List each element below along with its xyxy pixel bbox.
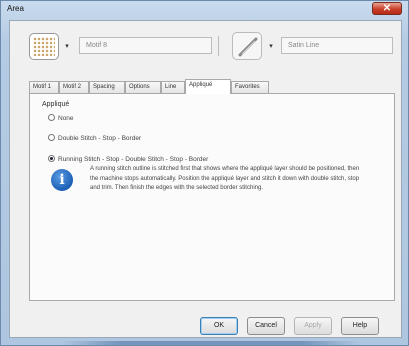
tab-applique[interactable]: Appliqué bbox=[185, 79, 231, 94]
needle-field[interactable]: Satin Line bbox=[281, 37, 393, 54]
tab-line[interactable]: Line bbox=[161, 81, 185, 93]
help-button[interactable]: Help bbox=[341, 317, 379, 335]
needle-icon[interactable] bbox=[232, 32, 262, 60]
radio-label: Running Stitch - Stop - Double Stitch - … bbox=[58, 156, 209, 163]
tab-favorites[interactable]: Favorites bbox=[231, 81, 269, 93]
radio-label: Double Stitch - Stop - Border bbox=[58, 135, 142, 142]
radio-running-stitch[interactable]: Running Stitch - Stop - Double Stitch - … bbox=[48, 155, 208, 165]
applique-panel: Appliqué None Double Stitch - Stop - Bor… bbox=[29, 93, 395, 301]
apply-button[interactable]: Apply bbox=[294, 317, 332, 335]
cancel-button[interactable]: Cancel bbox=[247, 317, 285, 335]
applique-description: A running stitch outline is stitched fir… bbox=[90, 166, 360, 191]
tab-spacing[interactable]: Spacing bbox=[89, 81, 125, 93]
window-title: Area bbox=[7, 4, 24, 13]
motif-field[interactable]: Motif 8 bbox=[79, 37, 212, 54]
needle-dropdown-icon[interactable]: ▾ bbox=[266, 42, 276, 52]
needle-glyph bbox=[238, 37, 258, 57]
ok-button[interactable]: OK bbox=[200, 317, 238, 335]
motif-dropdown-icon[interactable]: ▾ bbox=[62, 42, 72, 52]
radio-button-selected[interactable] bbox=[48, 155, 55, 162]
motif-pattern-icon[interactable] bbox=[29, 33, 59, 60]
radio-none[interactable]: None bbox=[48, 114, 74, 124]
radio-double-stitch[interactable]: Double Stitch - Stop - Border bbox=[48, 134, 141, 144]
tab-options[interactable]: Options bbox=[125, 81, 161, 93]
radio-button[interactable] bbox=[48, 114, 55, 121]
radio-label: None bbox=[58, 115, 74, 122]
tab-motif-2[interactable]: Motif 2 bbox=[59, 81, 89, 93]
pattern-dots bbox=[33, 37, 55, 56]
dialog-body: ▾ Motif 8 ▾ Satin Line Motif 1 Motif 2 S… bbox=[9, 20, 402, 338]
area-dialog: Area ✕ ▾ Motif 8 ▾ Satin Line Motif 1 Mo… bbox=[0, 0, 409, 346]
close-button[interactable]: ✕ bbox=[372, 2, 402, 15]
tab-motif-1[interactable]: Motif 1 bbox=[29, 81, 59, 93]
toolbar-divider bbox=[218, 36, 219, 56]
info-icon: i bbox=[51, 169, 73, 191]
window-bottom-edge bbox=[61, 341, 361, 345]
close-icon: ✕ bbox=[382, 3, 392, 14]
title-bar[interactable]: Area ✕ bbox=[1, 1, 408, 18]
radio-button[interactable] bbox=[48, 134, 55, 141]
applique-group-label: Appliqué bbox=[42, 101, 70, 108]
